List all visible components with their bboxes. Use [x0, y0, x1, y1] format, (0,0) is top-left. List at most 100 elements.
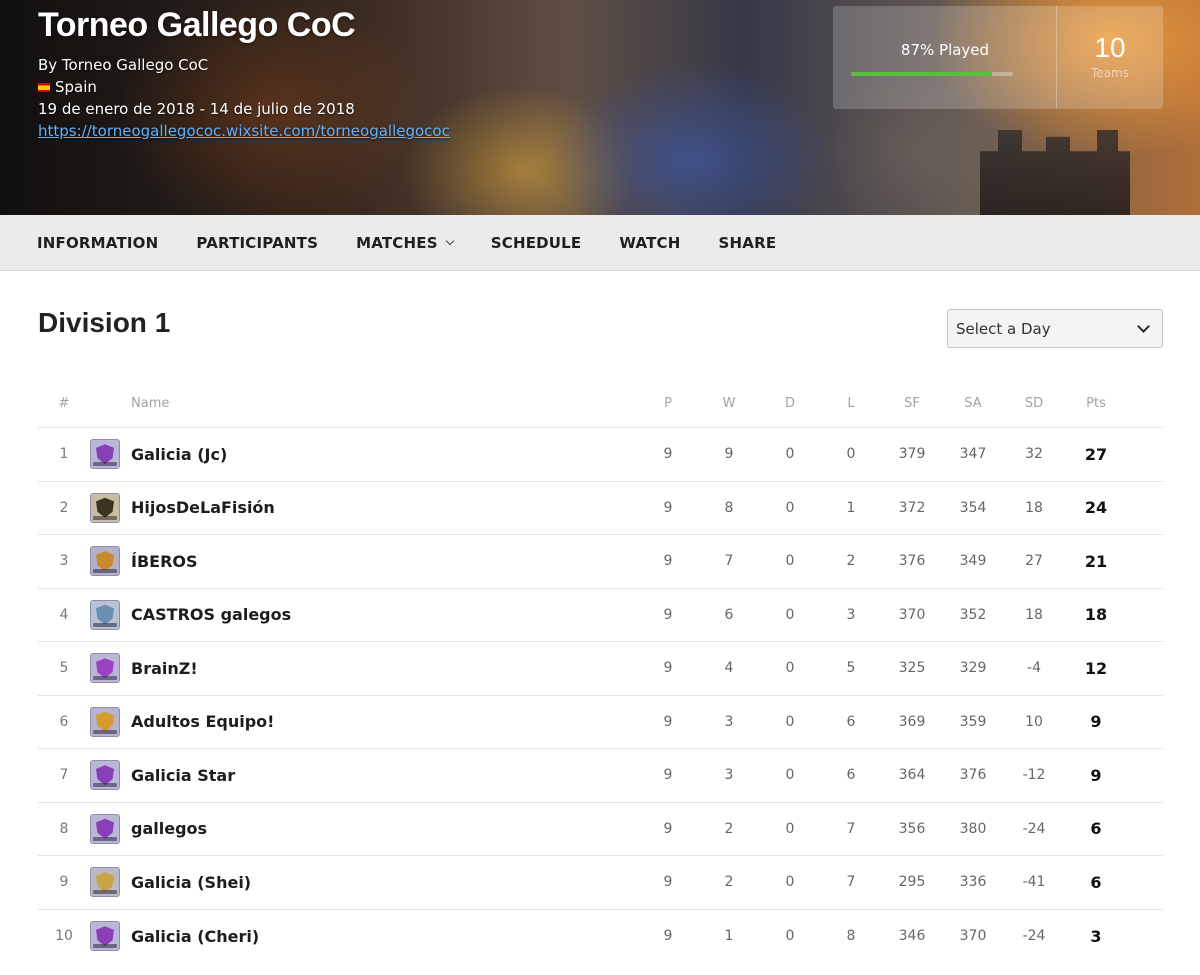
score-against-cell: 329 — [959, 660, 987, 677]
table-row[interactable]: 10 Galicia (Cheri) 9 1 0 8 346 370 -24 3 — [38, 910, 1163, 964]
drawn-cell: 0 — [785, 606, 795, 623]
teams-label: Teams — [1091, 66, 1129, 80]
drawn-cell: 0 — [785, 767, 795, 784]
team-logo-icon — [90, 706, 120, 737]
team-logo-icon — [90, 653, 120, 684]
played-cell: 9 — [663, 553, 673, 570]
score-for-cell: 369 — [898, 713, 926, 730]
score-diff-cell: 32 — [1025, 446, 1043, 463]
team-logo-icon — [90, 921, 120, 952]
chevron-down-icon — [1137, 319, 1150, 333]
score-for-cell: 325 — [898, 660, 926, 677]
won-cell: 8 — [724, 499, 734, 516]
nav-watch[interactable]: WATCH — [619, 234, 680, 252]
team-logo-band — [93, 515, 117, 520]
score-against-cell: 354 — [959, 499, 987, 516]
score-diff-cell: -12 — [1022, 767, 1046, 784]
drawn-cell: 0 — [785, 928, 795, 945]
nav-schedule[interactable]: SCHEDULE — [491, 234, 582, 252]
score-against-cell: 336 — [959, 874, 987, 891]
lost-cell: 8 — [846, 928, 856, 945]
lost-cell: 5 — [846, 660, 856, 677]
lost-cell: 3 — [846, 606, 856, 623]
table-row[interactable]: 7 Galicia Star 9 3 0 6 364 376 -12 9 — [38, 749, 1163, 803]
header-rank: # — [58, 396, 70, 411]
team-name[interactable]: CASTROS galegos — [131, 589, 631, 642]
played-cell: 9 — [663, 606, 673, 623]
played-cell: 9 — [663, 660, 673, 677]
team-shield-icon — [96, 765, 114, 786]
team-logo-cell — [90, 589, 120, 642]
table-row[interactable]: 8 gallegos 9 2 0 7 356 380 -24 6 — [38, 803, 1163, 856]
team-name[interactable]: ÍBEROS — [131, 535, 631, 588]
team-logo-icon — [90, 867, 120, 898]
team-name[interactable]: gallegos — [131, 803, 631, 856]
points-cell: 18 — [1084, 605, 1108, 625]
won-cell: 2 — [724, 820, 734, 837]
points-cell: 3 — [1090, 926, 1102, 946]
country-text: Spain — [55, 78, 97, 96]
table-row[interactable]: 4 CASTROS galegos 9 6 0 3 370 352 18 18 — [38, 589, 1163, 642]
team-name[interactable]: HijosDeLaFisión — [131, 482, 631, 535]
score-for-cell: 295 — [898, 874, 926, 891]
points-cell: 6 — [1090, 872, 1102, 892]
team-logo-icon — [90, 813, 120, 844]
played-cell: 9 — [663, 820, 673, 837]
score-against-cell: 347 — [959, 446, 987, 463]
rank-cell: 3 — [59, 553, 69, 570]
team-logo-icon — [90, 492, 120, 523]
team-name[interactable]: Adultos Equipo! — [131, 696, 631, 749]
lost-cell: 2 — [846, 553, 856, 570]
team-logo-cell — [90, 803, 120, 856]
score-against-cell: 359 — [959, 713, 987, 730]
team-name[interactable]: Galicia (Cheri) — [131, 910, 631, 964]
drawn-cell: 0 — [785, 820, 795, 837]
header-played: P — [664, 396, 672, 411]
score-for-cell: 356 — [898, 820, 926, 837]
table-row[interactable]: 2 HijosDeLaFisión 9 8 0 1 372 354 18 24 — [38, 482, 1163, 535]
played-cell: 9 — [663, 446, 673, 463]
played-progress-bar — [851, 72, 1013, 76]
website-link[interactable]: https://torneogallegococ.wixsite.com/tor… — [38, 122, 450, 140]
table-row[interactable]: 3 ÍBEROS 9 7 0 2 376 349 27 21 — [38, 535, 1163, 589]
chevron-down-icon — [445, 236, 454, 245]
team-shield-icon — [96, 818, 114, 839]
team-logo-icon — [90, 599, 120, 630]
team-logo-cell — [90, 856, 120, 909]
stats-panel: 87% Played 10 Teams — [833, 6, 1163, 109]
team-logo-band — [93, 729, 117, 734]
rank-cell: 10 — [55, 928, 73, 945]
team-shield-icon — [96, 926, 114, 947]
table-row[interactable]: 5 BrainZ! 9 4 0 5 325 329 -4 12 — [38, 642, 1163, 696]
table-row[interactable]: 6 Adultos Equipo! 9 3 0 6 369 359 10 9 — [38, 696, 1163, 749]
rank-cell: 9 — [59, 874, 69, 891]
nav-matches[interactable]: MATCHES — [356, 234, 454, 252]
spain-flag-icon — [38, 82, 50, 92]
header-lost: L — [847, 396, 855, 411]
team-name[interactable]: Galicia (Jc) — [131, 428, 631, 481]
table-row[interactable]: 9 Galicia (Shei) 9 2 0 7 295 336 -41 6 — [38, 856, 1163, 910]
nav-information[interactable]: INFORMATION — [37, 234, 158, 252]
team-shield-icon — [96, 551, 114, 572]
rank-cell: 5 — [59, 660, 69, 677]
won-cell: 2 — [724, 874, 734, 891]
nav-schedule-label: SCHEDULE — [490, 233, 582, 252]
team-name[interactable]: Galicia Star — [131, 749, 631, 802]
header-score-against: SA — [964, 396, 982, 411]
team-name[interactable]: BrainZ! — [131, 642, 631, 695]
lost-cell: 1 — [846, 499, 856, 516]
score-against-cell: 376 — [959, 767, 987, 784]
team-name[interactable]: Galicia (Shei) — [131, 856, 631, 909]
nav-participants[interactable]: PARTICIPANTS — [196, 234, 318, 252]
played-cell: 9 — [663, 767, 673, 784]
won-cell: 7 — [724, 553, 734, 570]
nav-share[interactable]: SHARE — [719, 234, 777, 252]
day-select-dropdown[interactable]: Select a Day — [947, 309, 1163, 348]
table-row[interactable]: 1 Galicia (Jc) 9 9 0 0 379 347 32 27 — [38, 428, 1163, 482]
table-body: 1 Galicia (Jc) 9 9 0 0 379 347 32 27 2 HijosDeLaFis… — [38, 428, 1163, 963]
points-cell: 9 — [1090, 712, 1102, 732]
won-cell: 6 — [724, 606, 734, 623]
lost-cell: 7 — [846, 820, 856, 837]
tournament-nav: INFORMATION PARTICIPANTS MATCHES SCHEDUL… — [0, 215, 1200, 271]
played-cell: 9 — [663, 928, 673, 945]
